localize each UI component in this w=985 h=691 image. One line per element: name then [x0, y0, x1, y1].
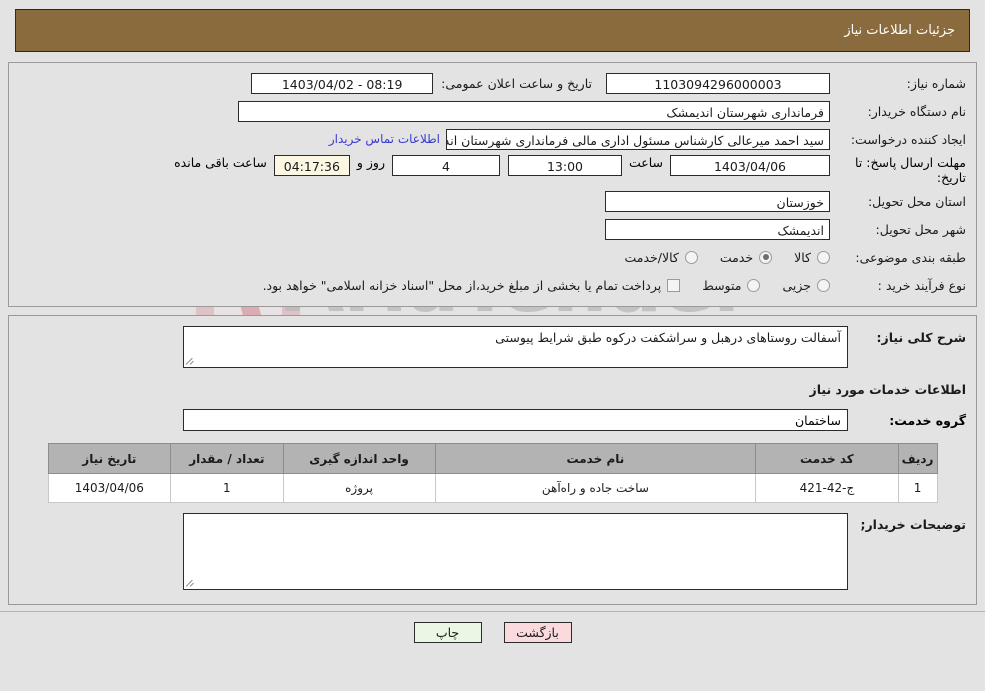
service-group-row: گروه خدمت: ساختمان	[19, 409, 966, 431]
resize-grip-icon[interactable]	[185, 356, 196, 366]
need-details-panel: شرح کلی نیاز: آسفالت روستاهای درهبل و سر…	[8, 315, 977, 605]
radio-goods-service-icon[interactable]	[684, 250, 698, 264]
deadline-date-value: 1403/04/06	[670, 155, 830, 176]
city-row: شهر محل تحویل: اندیمشک	[19, 217, 966, 241]
remaining-days-value: 4	[391, 155, 500, 176]
buyer-notes-textarea[interactable]	[183, 513, 848, 590]
announce-value: 08:19 - 1403/04/02	[251, 72, 434, 94]
category-option-goods[interactable]: کالا	[794, 250, 830, 265]
treasury-note-text: پرداخت تمام یا بخشی از مبلغ خرید،از محل …	[262, 277, 662, 293]
cell-need-date: 1403/04/06	[47, 473, 172, 503]
creator-row: ایجاد کننده درخواست: سید احمد میرعالی کا…	[19, 127, 966, 151]
th-service-name: نام خدمت	[434, 443, 757, 474]
process-row: نوع فرآیند خرید : جزیی متوسط پرداخت تمام…	[19, 273, 966, 297]
cell-unit: پروژه	[282, 473, 436, 503]
th-need-date: تاریخ نیاز	[47, 443, 172, 474]
treasury-note-option[interactable]: پرداخت تمام یا بخشی از مبلغ خرید،از محل …	[263, 278, 681, 293]
category-option-goods-service-label: کالا/خدمت	[624, 249, 679, 265]
category-option-goods-label: کالا	[794, 249, 811, 265]
process-option-medium[interactable]: متوسط	[702, 277, 761, 293]
summary-row: شرح کلی نیاز: آسفالت روستاهای درهبل و سر…	[19, 326, 966, 368]
deadline-hour-value: 13:00	[507, 155, 622, 176]
cell-service-name: ساخت جاده و راه‌آهن	[434, 473, 757, 503]
radio-service-icon[interactable]	[759, 250, 773, 264]
radio-goods-icon[interactable]	[817, 250, 830, 264]
buyer-org-value: فرمانداری شهرستان اندیمشک	[238, 100, 830, 122]
cell-radif: 1	[897, 473, 938, 503]
process-label: نوع فرآیند خرید :	[877, 277, 966, 293]
th-radif: ردیف	[897, 443, 938, 474]
days-label: روز و	[356, 155, 385, 170]
buyer-org-label: نام دستگاه خریدار:	[867, 103, 966, 119]
category-label: طبقه بندی موضوعی:	[855, 249, 966, 265]
category-option-goods-service[interactable]: کالا/خدمت	[624, 249, 698, 265]
category-option-service[interactable]: خدمت	[719, 249, 773, 265]
service-group-value: ساختمان	[183, 409, 848, 431]
buyer-notes-label: توضیحات خریدار;	[860, 517, 966, 532]
deadline-label: مهلت ارسال پاسخ: تا تاریخ:	[855, 155, 966, 185]
th-quantity: تعداد / مقدار	[170, 443, 284, 474]
cell-service-code: ج-42-421	[755, 473, 899, 503]
province-row: استان محل تحویل: خوزستان	[19, 189, 966, 213]
province-label: استان محل تحویل:	[867, 193, 966, 209]
need-number-value: 1103094296000003	[606, 72, 830, 94]
city-label: شهر محل تحویل:	[875, 221, 966, 237]
footer-actions: بازگشت چاپ	[0, 611, 985, 643]
resize-grip-icon-2[interactable]	[185, 578, 196, 588]
city-value: اندیمشک	[605, 218, 830, 240]
need-info-panel: شماره نیاز: 1103094296000003 تاریخ و ساع…	[8, 62, 977, 307]
buyer-org-row: نام دستگاه خریدار: فرمانداری شهرستان اند…	[19, 99, 966, 123]
print-button[interactable]: چاپ	[413, 622, 482, 643]
page-root: AriaTender .net جزئیات اطلاعات نیاز شمار…	[0, 0, 985, 691]
category-option-service-label: خدمت	[719, 249, 754, 265]
buyer-notes-row: توضیحات خریدار;	[19, 513, 966, 590]
countdown-label: ساعت باقی مانده	[174, 155, 267, 170]
page-title: جزئیات اطلاعات نیاز	[844, 23, 955, 38]
table-row: 1 ج-42-421 ساخت جاده و راه‌آهن پروژه 1 1…	[47, 473, 938, 503]
hour-label: ساعت	[628, 155, 663, 170]
creator-label: ایجاد کننده درخواست:	[850, 131, 966, 147]
services-table: ردیف کد خدمت نام خدمت واحد اندازه گیری ت…	[47, 443, 938, 503]
announce-label: تاریخ و ساعت اعلان عمومی:	[441, 75, 592, 91]
summary-label: شرح کلی نیاز:	[876, 330, 966, 345]
province-value: خوزستان	[605, 190, 830, 212]
process-option-medium-label: متوسط	[702, 277, 742, 293]
category-row: طبقه بندی موضوعی: کالا خدمت کالا/خدمت	[19, 245, 966, 269]
countdown-value: 04:17:36	[273, 155, 350, 176]
process-option-minor[interactable]: جزیی	[782, 278, 830, 293]
cell-quantity: 1	[170, 473, 284, 503]
deadline-row: مهلت ارسال پاسخ: تا تاریخ: 1403/04/06 سا…	[19, 155, 966, 185]
services-heading: اطلاعات خدمات مورد نیاز	[809, 382, 967, 397]
need-number-label: شماره نیاز:	[906, 75, 966, 91]
th-service-code: کد خدمت	[755, 443, 899, 474]
th-unit: واحد اندازه گیری	[282, 443, 436, 474]
summary-textarea[interactable]: آسفالت روستاهای درهبل و سراشکفت درکوه طب…	[183, 326, 848, 368]
back-button[interactable]: بازگشت	[503, 622, 572, 643]
buyer-contact-link[interactable]: اطلاعات تماس خریدار	[329, 132, 440, 146]
need-number-row: شماره نیاز: 1103094296000003 تاریخ و ساع…	[19, 71, 966, 95]
radio-minor-icon[interactable]	[817, 278, 830, 292]
creator-value: سید احمد میرعالی کارشناس مسئول اداری مال…	[446, 128, 830, 150]
service-group-label: گروه خدمت:	[889, 412, 966, 428]
treasury-checkbox-icon[interactable]	[667, 278, 681, 292]
radio-medium-icon[interactable]	[747, 278, 761, 292]
table-header-row: ردیف کد خدمت نام خدمت واحد اندازه گیری ت…	[47, 443, 938, 474]
page-title-bar: جزئیات اطلاعات نیاز	[15, 9, 970, 52]
process-option-minor-label: جزیی	[782, 277, 811, 293]
